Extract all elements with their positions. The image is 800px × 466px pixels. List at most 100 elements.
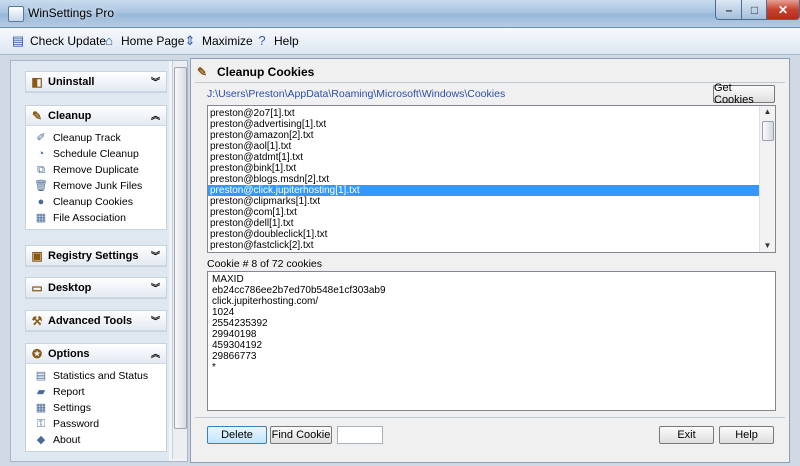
sidebar-item-label: Password: [53, 418, 100, 430]
home-page-button[interactable]: ⌂ Home Page: [101, 32, 184, 50]
maximize-button[interactable]: ⇕ Maximize: [182, 32, 253, 50]
sidebar-item-statistics[interactable]: ▤ Statistics and Status: [26, 368, 166, 384]
sidebar-item-label: About: [53, 434, 81, 446]
main-panel: ✎ Cleanup Cookies J:\Users\Preston\AppDa…: [190, 58, 790, 463]
group-header-cleanup[interactable]: ✎ Cleanup ︽: [26, 106, 166, 126]
list-item[interactable]: preston@advertising[1].txt: [208, 119, 759, 130]
list-item[interactable]: preston@aol[1].txt: [208, 141, 759, 152]
password-icon: ⚿: [36, 418, 46, 430]
sidebar-item-about[interactable]: ◆ About: [26, 432, 166, 448]
group-label-desktop: Desktop: [48, 281, 92, 294]
find-cookie-button[interactable]: Find Cookie: [270, 426, 332, 444]
panel-header: ✎ Cleanup Cookies: [197, 65, 314, 79]
group-desktop: ▭ Desktop ︾: [25, 277, 167, 299]
list-item[interactable]: preston@doubleclick[1].txt: [208, 229, 759, 240]
home-page-icon: ⌂: [105, 33, 113, 48]
cleanup-track-icon: ✐: [36, 132, 46, 144]
file-association-icon: ▦: [35, 212, 47, 224]
list-item[interactable]: preston@bink[1].txt: [208, 163, 759, 174]
cookie-list-scroll-thumb[interactable]: [762, 121, 774, 141]
list-item[interactable]: preston@click.jupiterhosting[1].txt: [208, 185, 759, 196]
maximize-window-button[interactable]: □: [741, 0, 768, 20]
check-update-label: Check Update: [30, 34, 107, 48]
help-button[interactable]: Help: [719, 426, 774, 444]
chevron-down-icon: ︾: [150, 283, 160, 293]
chevron-down-icon: ︾: [150, 251, 160, 261]
report-icon: ▰: [36, 386, 46, 398]
sidebar-item-label: Statistics and Status: [53, 370, 149, 382]
list-item[interactable]: preston@atdmt[1].txt: [208, 152, 759, 163]
sidebar-scrollbar[interactable]: [172, 61, 187, 459]
scroll-up-icon[interactable]: ▲: [760, 106, 775, 118]
group-registry-settings: ▣ Registry Settings ︾: [25, 245, 167, 267]
help-icon: ?: [258, 33, 266, 48]
sidebar-item-remove-junk-files[interactable]: 🗑 Remove Junk Files: [26, 178, 166, 194]
cleanup-cookies-icon: ✎: [197, 65, 208, 79]
chevron-up-icon: ︽: [150, 349, 160, 359]
group-header-options[interactable]: ✪ Options ︽: [26, 344, 166, 364]
cookies-path: J:\Users\Preston\AppData\Roaming\Microso…: [207, 88, 506, 100]
sidebar-item-cleanup-track[interactable]: ✐ Cleanup Track: [26, 130, 166, 146]
detail-line: MAXID: [212, 274, 244, 285]
sidebar-item-remove-duplicate[interactable]: ⧉ Remove Duplicate: [26, 162, 166, 178]
uninstall-icon: ◧: [31, 74, 43, 89]
group-header-desktop[interactable]: ▭ Desktop ︾: [26, 278, 166, 298]
sidebar-item-label: Report: [53, 386, 85, 398]
list-item[interactable]: preston@blogs.msdn[2].txt: [208, 174, 759, 185]
sidebar-item-file-association[interactable]: ▦ File Association: [26, 210, 166, 226]
sidebar-panel: ◧ Uninstall ︾ ✎ Cleanup ︽ ✐ Cleanup Track…: [11, 61, 169, 461]
sidebar-item-settings[interactable]: ▦ Settings: [26, 400, 166, 416]
list-item[interactable]: preston@2o7[1].txt: [208, 108, 759, 119]
app-icon: [8, 6, 24, 22]
chevron-down-icon: ︾: [150, 77, 160, 87]
sidebar-item-label: Cleanup Cookies: [53, 196, 133, 208]
close-icon: ✕: [777, 2, 789, 17]
check-update-button[interactable]: ▤ Check Update: [10, 32, 106, 50]
detail-line: 29866773: [212, 351, 257, 362]
chevron-down-icon: ︾: [150, 316, 160, 326]
sidebar-item-label: File Association: [53, 212, 126, 224]
group-header-advanced-tools[interactable]: ⚒ Advanced Tools ︾: [26, 311, 166, 331]
maximize-label: Maximize: [202, 34, 253, 48]
cookie-list-scrollbar[interactable]: ▲ ▼: [759, 106, 775, 252]
cookie-list[interactable]: preston@2o7[1].txt preston@advertising[1]…: [207, 105, 776, 253]
cookie-counter: Cookie # 8 of 72 cookies: [207, 258, 322, 270]
sidebar-item-report[interactable]: ▰ Report: [26, 384, 166, 400]
sidebar-item-password[interactable]: ⚿ Password: [26, 416, 166, 432]
group-label-cleanup: Cleanup: [48, 109, 92, 122]
get-cookies-button[interactable]: Get Cookies: [713, 82, 775, 106]
sidebar-item-label: Settings: [53, 402, 91, 414]
delete-button[interactable]: Delete: [207, 426, 267, 444]
exit-button[interactable]: Exit: [659, 426, 714, 444]
help-toolbar-button[interactable]: ? Help: [254, 32, 299, 50]
group-label-options: Options: [48, 347, 90, 360]
scroll-down-icon[interactable]: ▼: [760, 240, 775, 252]
cookie-detail-lines: MAXID eb24cc786ee2b7ed70b548e1cf303ab9 cli…: [208, 272, 775, 373]
list-item[interactable]: preston@com[1].txt: [208, 207, 759, 218]
group-header-uninstall[interactable]: ◧ Uninstall ︾: [26, 72, 166, 92]
list-item[interactable]: preston@dell[1].txt: [208, 218, 759, 229]
list-item[interactable]: preston@clipmarks[1].txt: [208, 196, 759, 207]
close-button[interactable]: ✕: [766, 0, 800, 20]
statistics-icon: ▤: [35, 370, 47, 382]
check-update-icon: ▤: [11, 33, 25, 48]
find-input[interactable]: [337, 426, 383, 444]
list-item[interactable]: preston@amazon[2].txt: [208, 130, 759, 141]
window-title: WinSettings Pro: [28, 6, 115, 20]
maximize-icon: ⇕: [184, 33, 196, 48]
sidebar-item-cleanup-cookies[interactable]: ● Cleanup Cookies: [26, 194, 166, 210]
sidebar-item-schedule-cleanup[interactable]: ◔ Schedule Cleanup: [26, 146, 166, 162]
detail-line: click.jupiterhosting.com/: [212, 296, 319, 307]
list-item[interactable]: preston@fastclick[2].txt: [208, 240, 759, 251]
detail-line: *: [212, 362, 216, 373]
minimize-button[interactable]: –: [715, 0, 743, 20]
cookie-list-rows: preston@2o7[1].txt preston@advertising[1]…: [208, 108, 759, 251]
cookie-detail-box[interactable]: MAXID eb24cc786ee2b7ed70b548e1cf303ab9 cli…: [207, 271, 776, 411]
sidebar-scroll-thumb[interactable]: [174, 67, 187, 429]
about-icon: ◆: [36, 434, 46, 446]
minimize-icon: –: [725, 2, 733, 17]
help-toolbar-label: Help: [274, 34, 299, 48]
group-header-registry-settings[interactable]: ▣ Registry Settings ︾: [26, 246, 166, 266]
options-icon: ✪: [31, 346, 43, 361]
maximize-window-icon: □: [750, 2, 759, 17]
